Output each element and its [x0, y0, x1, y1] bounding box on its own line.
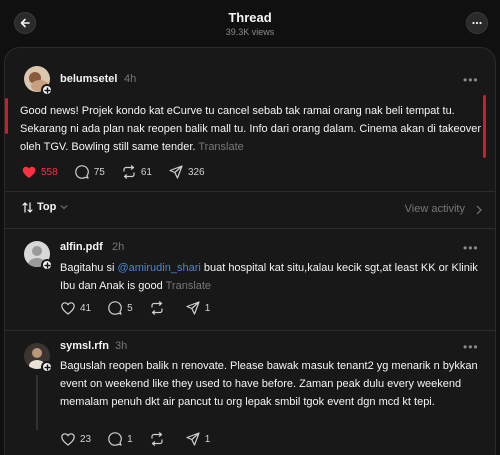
reply-more-icon[interactable]: •••	[463, 241, 479, 255]
comment-button[interactable]: 75	[74, 165, 105, 179]
reply-text: Bagitahu si @amirudin_shari buat hospita…	[60, 262, 478, 292]
repost-button[interactable]	[150, 432, 169, 446]
reply-actions: 41 5 1	[61, 301, 227, 315]
mention-link[interactable]: @amirudin_shari	[117, 262, 200, 274]
repost-icon	[123, 165, 135, 179]
sort-dropdown[interactable]: Top	[22, 201, 68, 213]
sort-icon	[22, 201, 33, 213]
share-button[interactable]: 326	[169, 165, 205, 179]
chevron-down-icon	[60, 205, 68, 210]
divider	[5, 191, 495, 192]
repost-icon	[151, 301, 163, 315]
divider	[5, 228, 495, 229]
translate-link[interactable]: Translate	[166, 280, 211, 292]
repost-icon	[151, 432, 163, 446]
post-more-icon[interactable]: •••	[463, 73, 479, 87]
reply-text: Baguslah reopen balik n renovate. Please…	[60, 360, 478, 408]
thread-connector-line	[36, 375, 38, 430]
reply-count: 75	[93, 166, 105, 178]
like-count: 558	[41, 166, 58, 178]
plus-icon	[44, 364, 50, 370]
share-button[interactable]: 1	[186, 301, 211, 315]
plus-icon	[44, 262, 50, 268]
follow-badge[interactable]	[41, 84, 53, 96]
repost-count: 61	[140, 166, 152, 178]
view-activity-chevron-icon[interactable]	[475, 205, 483, 215]
more-icon	[472, 21, 482, 25]
like-count: 23	[80, 433, 92, 445]
thread-panel: belumsetel 4h ••• Good news! Projek kond…	[4, 47, 496, 455]
heart-icon	[61, 301, 75, 315]
page-title: Thread	[228, 10, 272, 25]
reply-actions: 23 1 1	[61, 432, 227, 446]
more-options-button[interactable]	[466, 12, 488, 34]
reply-time: 2h	[112, 241, 125, 253]
comment-button[interactable]: 1	[108, 432, 133, 446]
reply-username[interactable]: alfin.pdf	[60, 241, 103, 253]
like-button[interactable]: 23	[61, 432, 92, 446]
comment-icon	[74, 165, 89, 179]
comment-icon	[108, 432, 123, 446]
divider	[5, 330, 495, 331]
translate-link[interactable]: Translate	[198, 141, 243, 153]
share-icon	[186, 432, 200, 446]
share-count: 326	[187, 166, 205, 178]
heart-icon	[22, 166, 36, 178]
share-button[interactable]: 1	[186, 432, 211, 446]
follow-badge[interactable]	[41, 361, 53, 373]
follow-badge[interactable]	[41, 259, 53, 271]
like-count: 41	[80, 302, 92, 314]
reply-time: 3h	[115, 340, 128, 352]
sort-label: Top	[37, 201, 57, 213]
reply-username[interactable]: symsl.rfn	[60, 340, 109, 352]
plus-icon	[44, 87, 50, 93]
reply-count: 1	[127, 433, 133, 445]
username[interactable]: belumsetel	[60, 73, 117, 85]
top-bar: Thread 39.3K views	[0, 0, 500, 46]
repost-button[interactable]: 61	[122, 165, 152, 179]
share-count: 1	[204, 302, 211, 314]
view-count: 39.3K views	[225, 27, 275, 37]
comment-button[interactable]: 5	[108, 301, 133, 315]
post-text: Good news! Projek kondo kat eCurve tu ca…	[20, 105, 482, 153]
reply-more-icon[interactable]: •••	[463, 340, 479, 354]
reply-count: 5	[127, 302, 133, 314]
share-icon	[186, 301, 200, 315]
red-annotation-left	[5, 98, 8, 134]
repost-button[interactable]	[150, 301, 169, 315]
view-activity-link[interactable]: View activity	[405, 203, 465, 215]
share-count: 1	[204, 433, 211, 445]
post-actions: 558 75 61 326	[22, 165, 222, 179]
post-time: 4h	[124, 73, 137, 85]
share-icon	[169, 165, 183, 179]
like-button[interactable]: 41	[61, 301, 92, 315]
heart-icon	[61, 432, 75, 446]
like-button[interactable]: 558	[22, 166, 58, 179]
comment-icon	[108, 301, 123, 315]
